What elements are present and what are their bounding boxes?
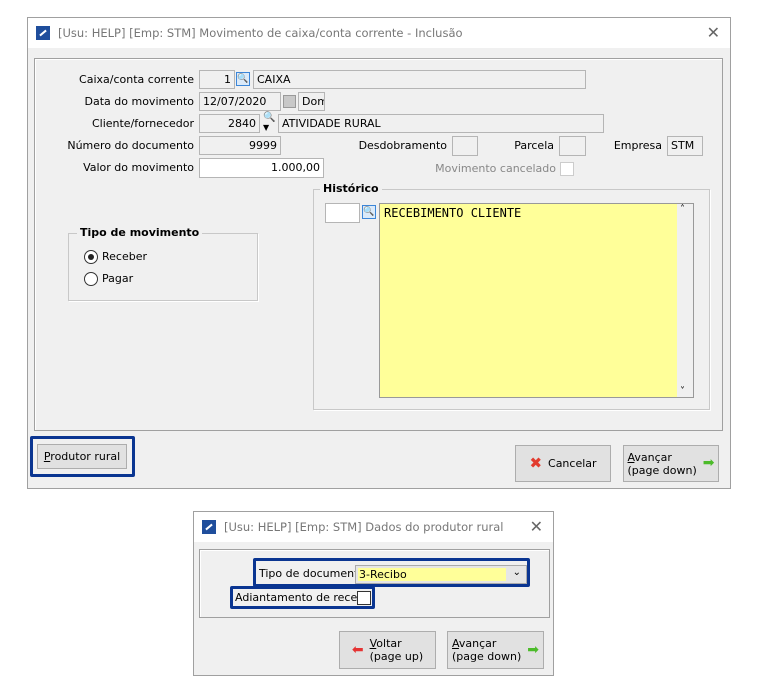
button-label: Produtor rural xyxy=(43,450,121,463)
button-label: Avançar (page down) xyxy=(452,637,522,663)
historico-text: RECEBIMENTO CLIENTE xyxy=(384,206,522,220)
cancel-x-icon: ✖ xyxy=(529,454,543,472)
historico-code-input[interactable] xyxy=(325,203,360,223)
data-input[interactable]: 12/07/2020 xyxy=(199,92,281,111)
produtor-rural-button[interactable]: Produtor rural xyxy=(37,444,127,469)
radio-label: Receber xyxy=(102,250,148,263)
adiantamento-label: Adiantamento de receita xyxy=(235,591,372,604)
arrow-left-icon: ⬅ xyxy=(351,641,364,658)
parcela-label: Parcela xyxy=(514,139,554,152)
button-label: Cancelar xyxy=(548,457,597,470)
scrollbar[interactable]: ˄ ˅ xyxy=(677,204,693,397)
data-label: Data do movimento xyxy=(84,95,194,108)
radio-pagar[interactable]: Pagar xyxy=(84,272,133,286)
scroll-down-icon[interactable]: ˅ xyxy=(680,386,685,397)
empresa-label: Empresa xyxy=(613,139,662,152)
dialog-avancar-button[interactable]: Avançar (page down) ➡ xyxy=(447,631,544,669)
radio-icon xyxy=(84,272,98,286)
arrow-right-icon: ➡ xyxy=(702,455,715,471)
historico-memo[interactable]: RECEBIMENTO CLIENTE xyxy=(379,203,694,398)
arrow-right-icon: ➡ xyxy=(527,641,539,658)
caixa-name-field: CAIXA xyxy=(253,70,586,89)
app-logo-icon xyxy=(36,26,50,40)
desdobramento-label: Desdobramento xyxy=(358,139,447,152)
button-label: Voltar (page up) xyxy=(369,637,424,663)
valor-input[interactable]: 1.000,00 xyxy=(199,158,324,178)
numero-input[interactable]: 9999 xyxy=(199,136,281,155)
cliente-code-input[interactable]: 2840 xyxy=(199,114,260,133)
button-label: Avançar (page down) xyxy=(627,450,697,477)
cliente-name-field: ATIVIDADE RURAL xyxy=(278,114,604,133)
tipo-doc-select[interactable]: 3-Recibo ⌄ xyxy=(355,565,527,584)
calendar-icon[interactable] xyxy=(283,95,296,108)
search-dropdown-icon[interactable]: 🔍 ▼ xyxy=(263,113,275,133)
scroll-up-icon[interactable]: ˄ xyxy=(680,204,685,215)
caixa-code-input[interactable]: 1 xyxy=(199,70,235,89)
weekday-field: Dom xyxy=(298,92,325,111)
radio-selected-icon xyxy=(84,250,98,264)
valor-label: Valor do movimento xyxy=(83,161,194,174)
cliente-label: Cliente/fornecedor xyxy=(91,117,194,130)
dialog-title: [Usu: HELP] [Emp: STM] Dados do produtor… xyxy=(224,520,504,534)
select-value: 3-Recibo xyxy=(358,568,506,581)
cancelado-checkbox[interactable] xyxy=(560,162,574,176)
voltar-button[interactable]: ⬅ Voltar (page up) xyxy=(339,631,436,669)
parcela-input[interactable] xyxy=(559,136,586,156)
close-icon[interactable]: ✕ xyxy=(707,23,720,42)
search-icon[interactable]: 🔍 xyxy=(236,72,250,86)
tipo-movimento-group xyxy=(68,233,258,301)
radio-label: Pagar xyxy=(102,272,134,285)
avancar-button[interactable]: Avançar (page down) ➡ xyxy=(623,445,719,482)
desdobramento-input[interactable] xyxy=(452,136,478,156)
app-logo-icon xyxy=(202,520,216,534)
radio-receber[interactable]: Receber xyxy=(84,250,147,264)
close-icon[interactable]: ✕ xyxy=(530,517,543,536)
chevron-down-icon: ⌄ xyxy=(512,567,521,578)
window-title: [Usu: HELP] [Emp: STM] Movimento de caix… xyxy=(58,26,463,40)
search-icon[interactable]: 🔍 xyxy=(362,205,376,219)
caixa-label: Caixa/conta corrente xyxy=(79,73,194,86)
historico-title: Histórico xyxy=(320,182,382,195)
adiantamento-checkbox[interactable] xyxy=(357,591,371,605)
cancelado-label: Movimento cancelado xyxy=(435,162,556,175)
numero-label: Número do documento xyxy=(67,139,194,152)
tipo-movimento-title: Tipo de movimento xyxy=(77,226,203,239)
empresa-field: STM xyxy=(667,136,703,156)
title-bar: [Usu: HELP] [Emp: STM] Movimento de caix… xyxy=(28,18,730,48)
dialog-title-bar: [Usu: HELP] [Emp: STM] Dados do produtor… xyxy=(194,512,553,542)
cancelar-button[interactable]: ✖ Cancelar xyxy=(515,445,611,482)
tipo-doc-label: Tipo de documento xyxy=(259,567,366,580)
